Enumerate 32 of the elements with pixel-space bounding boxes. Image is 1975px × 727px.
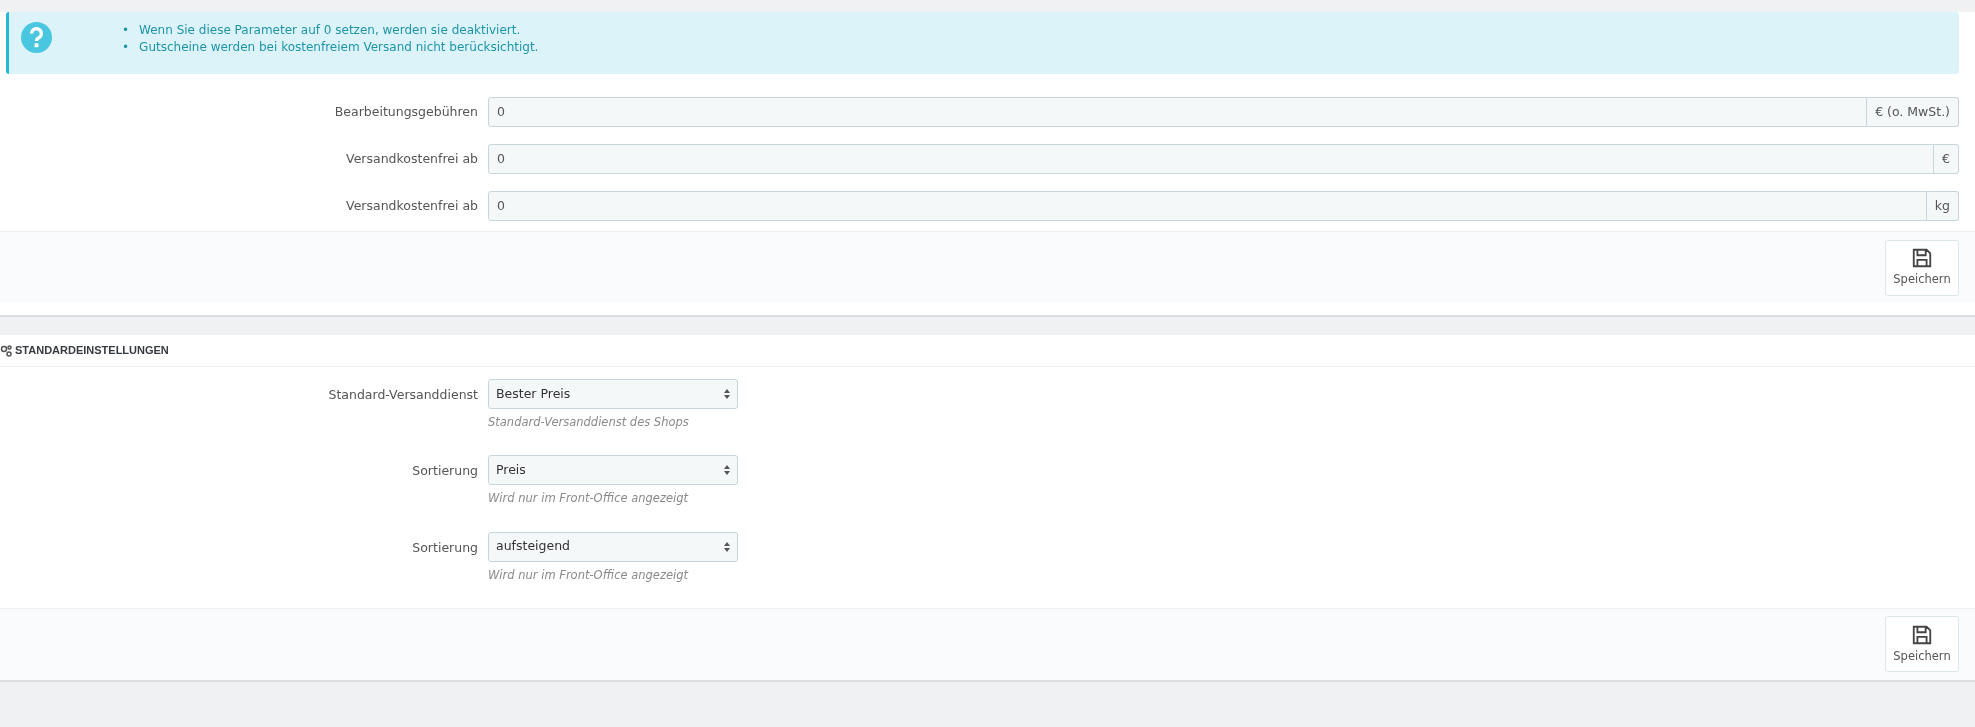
cogs-icon: [0, 344, 12, 357]
field-label: Standard-Versanddienst: [327, 386, 479, 404]
field-label: Bearbeitungsgebühren: [333, 102, 479, 121]
help-text: Wird nur im Front-Office angezeigt: [488, 566, 690, 584]
input-field[interactable]: 0: [488, 144, 1935, 174]
bullet: •: [122, 22, 130, 39]
updown-icon: [724, 465, 730, 476]
save-icon: [1911, 623, 1933, 646]
updown-icon: [724, 541, 730, 552]
unit-addon: kg: [1926, 191, 1959, 221]
save-icon: [1911, 246, 1933, 269]
help-text: Wird nur im Front-Office angezeigt: [488, 490, 690, 508]
help-icon: [21, 22, 52, 53]
info-text: Wenn Sie diese Parameter auf 0 setzen, werden sie deaktiviert.: [139, 22, 521, 39]
save-button[interactable]: Speichern: [1885, 616, 1959, 673]
input-field[interactable]: 0: [488, 191, 1927, 221]
panel-title: STANDARDEINSTELLUNGEN: [15, 343, 169, 359]
select-field[interactable]: aufsteigend: [488, 531, 738, 562]
info-text: Gutscheine werden bei kostenfreiem Versand nicht berücksichtigt.: [139, 39, 539, 56]
field-label: Versandkostenfrei ab: [345, 149, 479, 168]
field-label: Sortierung: [411, 462, 479, 481]
input-field[interactable]: 0: [488, 97, 1868, 127]
unit-addon: €: [1934, 144, 1959, 174]
bullet: •: [122, 39, 130, 56]
unit-addon: € (o. MwSt.): [1867, 97, 1959, 127]
select-field[interactable]: Bester Preis: [488, 379, 738, 409]
save-button[interactable]: Speichern: [1885, 239, 1959, 296]
help-text: Standard-Versanddienst des Shops: [488, 414, 690, 431]
field-label: Versandkostenfrei ab: [345, 196, 479, 215]
updown-icon: [724, 389, 730, 399]
select-field[interactable]: Preis: [488, 455, 738, 486]
field-label: Sortierung: [411, 538, 479, 557]
